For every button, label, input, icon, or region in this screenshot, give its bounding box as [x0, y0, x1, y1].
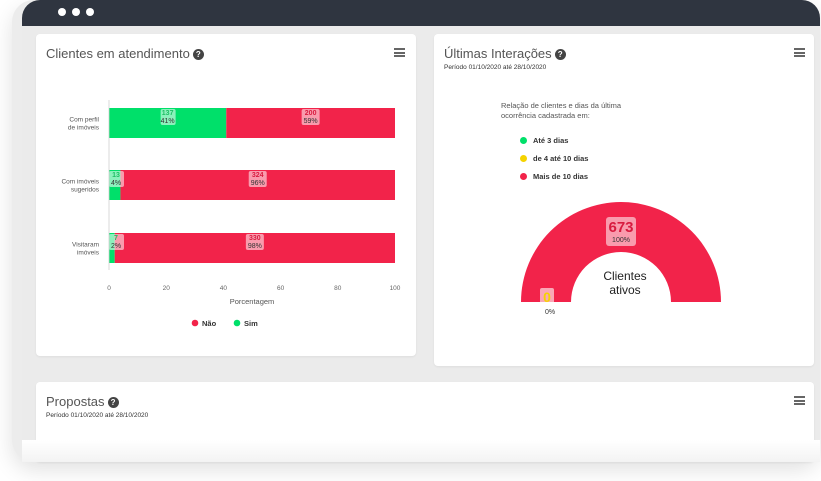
- category-label: sugeridos: [71, 187, 100, 194]
- window-dot-icon[interactable]: [58, 8, 66, 16]
- category-label: Com perfil: [69, 117, 99, 124]
- x-tick-label: 80: [334, 285, 342, 292]
- x-tick-label: 20: [163, 285, 171, 292]
- data-label-count: 324: [252, 172, 264, 179]
- card-title-text: Propostas: [46, 394, 105, 409]
- x-axis-title: Porcentagem: [230, 297, 275, 306]
- card-clientes-em-atendimento: Clientes em atendimento? Com perfil de im…: [36, 34, 416, 356]
- data-label-count: 13: [112, 172, 120, 179]
- x-tick-label: 40: [220, 285, 228, 292]
- data-label-percent: 59%: [304, 118, 318, 125]
- category-label: Visitaram: [72, 242, 99, 249]
- data-label-percent: 41%: [161, 118, 175, 125]
- window-bottom-edge: [22, 440, 820, 462]
- category-label: de imóveis: [68, 125, 100, 132]
- semi-donut-chart: 673100% 0 0% Clientesativos: [521, 202, 721, 316]
- x-tick-label: 100: [390, 285, 401, 292]
- card-ultimas-interacoes: Últimas Interações? Período 01/10/2020 a…: [434, 34, 814, 366]
- data-label-percent: 98%: [248, 243, 262, 250]
- window-dot-icon[interactable]: [72, 8, 80, 16]
- data-label-percent: 0%: [545, 309, 555, 316]
- legend-marker-sim: [233, 319, 241, 327]
- period-subtitle: Período 01/10/2020 até 28/10/2020: [46, 412, 149, 419]
- data-label-percent: 100%: [612, 237, 630, 244]
- window-dot-icon[interactable]: [86, 8, 94, 16]
- window-titlebar: [22, 0, 820, 26]
- legend-label-nao: Não: [202, 319, 217, 328]
- data-label-percent: 96%: [251, 180, 265, 187]
- category-label: imóveis: [77, 250, 100, 257]
- legend-marker-nao: [191, 319, 199, 327]
- data-label-count: 0: [543, 289, 551, 305]
- hamburger-menu-icon[interactable]: [794, 396, 805, 405]
- category-label: Com imóveis: [61, 179, 99, 186]
- data-label-percent: 2%: [111, 243, 121, 250]
- data-label-count: 137: [162, 110, 174, 117]
- data-label-count: 330: [249, 235, 261, 242]
- dashboard-content: Clientes em atendimento? Com perfil de im…: [22, 26, 820, 462]
- data-label-count: 200: [305, 110, 317, 117]
- data-label-count: 7: [114, 235, 118, 242]
- data-label-percent: 4%: [111, 180, 121, 187]
- x-tick-label: 0: [107, 285, 111, 292]
- bar-chart: Com perfilde imóveis13741%20059%Com imóv…: [61, 100, 401, 328]
- card-title: Propostas?: [46, 394, 119, 409]
- data-label-count: 673: [608, 219, 633, 236]
- donut-center-label: Clientes: [603, 269, 646, 283]
- x-tick-label: 60: [277, 285, 285, 292]
- help-icon[interactable]: ?: [107, 397, 119, 408]
- legend-label-sim: Sim: [244, 319, 258, 328]
- donut-center-label: ativos: [609, 283, 640, 297]
